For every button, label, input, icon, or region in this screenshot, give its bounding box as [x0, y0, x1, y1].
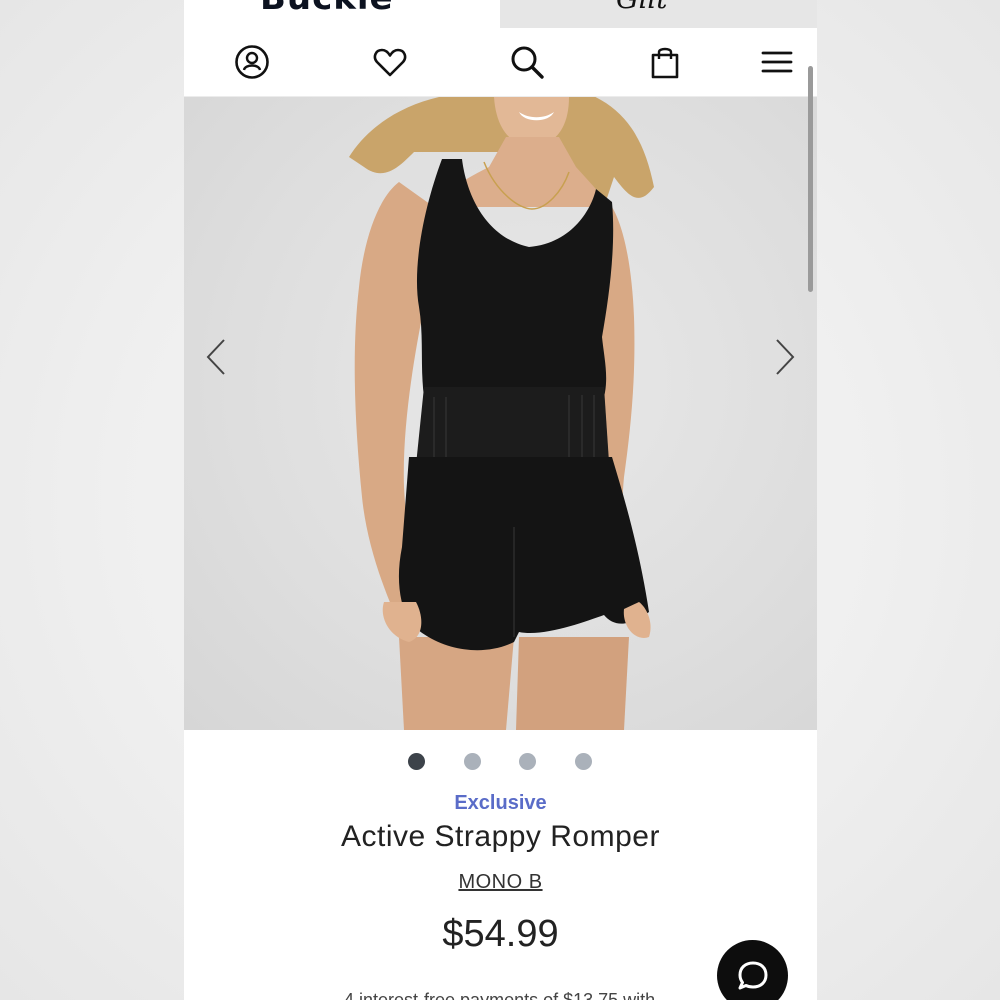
model-left-leg	[399, 637, 514, 730]
pagination-dot-3[interactable]	[519, 753, 536, 770]
romper-shorts	[398, 457, 649, 651]
next-image-button[interactable]	[769, 337, 799, 377]
brand-tab-buckle[interactable]: Buckle	[184, 0, 500, 28]
brand-tab-gilt[interactable]: Gilt	[500, 0, 817, 28]
product-title: Active Strappy Romper	[341, 820, 660, 853]
phone-screen: Buckle Gilt	[184, 0, 817, 1000]
installment-info: 4 interest-free payments of $13.75 with	[344, 990, 656, 1000]
search-icon[interactable]	[507, 42, 547, 82]
chat-bubble-icon	[738, 961, 767, 989]
model-left-hand	[382, 602, 422, 642]
exclusive-badge: Exclusive	[454, 792, 547, 814]
scrollbar[interactable]	[808, 66, 813, 292]
brand-link[interactable]: MONO B	[184, 871, 817, 894]
pagination-dot-4[interactable]	[575, 753, 592, 770]
brand-tabs: Buckle Gilt	[184, 0, 817, 28]
product-image[interactable]	[184, 97, 817, 730]
chevron-left-icon	[206, 339, 225, 375]
product-photo	[349, 97, 654, 730]
chevron-right-icon	[776, 339, 795, 375]
menu-icon[interactable]	[757, 42, 797, 82]
model-right-leg	[516, 637, 629, 730]
nav-bar	[184, 28, 817, 97]
account-icon[interactable]	[232, 42, 272, 82]
brand-logo-gilt: Gilt	[616, 0, 668, 15]
romper-waistband	[416, 387, 609, 465]
image-pagination-dots	[184, 751, 817, 771]
shopping-bag-icon[interactable]	[645, 42, 685, 82]
brand-logo-buckle: Buckle	[260, 0, 394, 18]
pagination-dot-2[interactable]	[464, 753, 481, 770]
heart-icon[interactable]	[370, 42, 410, 82]
pagination-dot-1[interactable]	[408, 753, 425, 770]
product-price: $54.99	[442, 913, 559, 955]
previous-image-button[interactable]	[202, 337, 232, 377]
